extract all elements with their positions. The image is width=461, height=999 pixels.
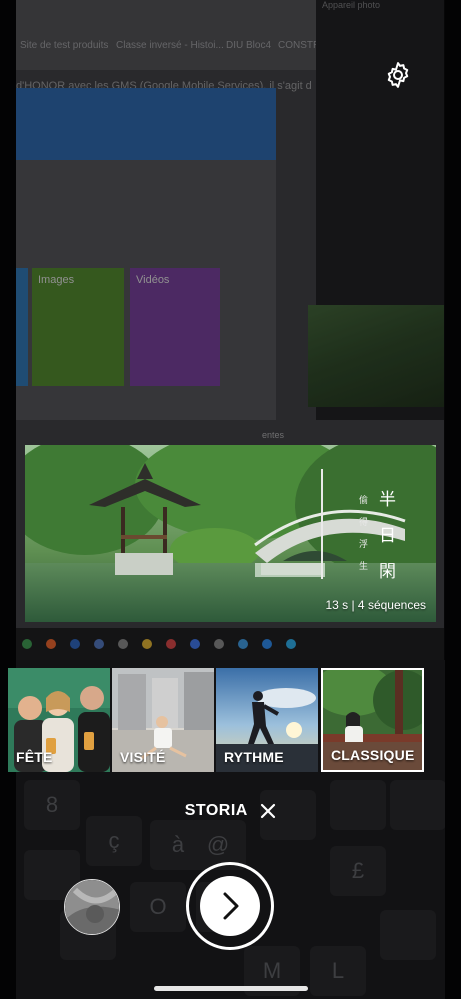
preview-duration: 13 s | 4 séquences: [325, 598, 426, 612]
preview-title: 偷 半 得 日 浮 閑 生: [355, 483, 415, 583]
title-glyph: 閑: [379, 562, 396, 582]
template-label: FÊTE: [16, 749, 53, 765]
template-classique[interactable]: CLASSIQUE: [321, 668, 424, 772]
shutter-inner: [200, 876, 260, 936]
title-glyph: 半: [379, 490, 396, 510]
home-indicator[interactable]: [154, 986, 308, 991]
template-label: RYTHME: [224, 749, 284, 765]
close-icon[interactable]: [260, 803, 276, 819]
template-label: CLASSIQUE: [331, 747, 415, 763]
story-preview[interactable]: 偷 半 得 日 浮 閑 生 13 s | 4 séquences: [25, 445, 436, 622]
gallery-image: [65, 880, 119, 934]
title-small-glyph: 生: [359, 562, 369, 572]
title-small-glyph: 浮: [359, 540, 369, 550]
template-visite[interactable]: VISITÉ: [112, 668, 214, 772]
mode-label: STORIA: [184, 802, 248, 819]
title-small-glyph: 得: [359, 518, 369, 528]
chevron-right-icon: [223, 892, 239, 920]
gallery-thumbnail[interactable]: [64, 879, 120, 935]
shutter-button[interactable]: [186, 862, 274, 950]
title-glyph: 日: [379, 526, 396, 546]
title-small-glyph: 偷: [359, 496, 369, 506]
mode-bar: STORIA: [0, 802, 461, 828]
template-rythme[interactable]: RYTHME: [216, 668, 318, 772]
template-label: VISITÉ: [120, 749, 166, 765]
template-fete[interactable]: FÊTE: [8, 668, 110, 772]
gear-icon[interactable]: [383, 60, 413, 90]
template-strip[interactable]: FÊTE VISITÉ RYTHME CLASSIQUE: [0, 668, 461, 772]
